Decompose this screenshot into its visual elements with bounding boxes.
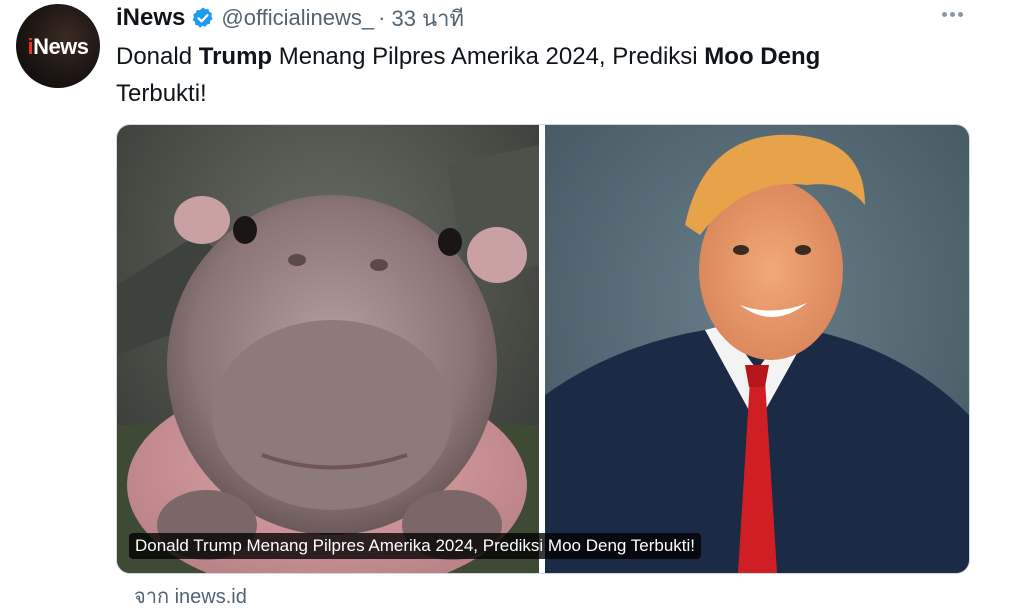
handle[interactable]: @officialinews_ — [221, 5, 374, 31]
trump-image[interactable] — [545, 125, 969, 573]
avatar-logo: iNews — [27, 34, 89, 59]
media-card[interactable]: Donald Trump Menang Pilpres Amerika 2024… — [116, 124, 970, 574]
separator: · — [378, 5, 386, 30]
verified-badge-icon — [191, 6, 215, 30]
timestamp[interactable]: 33 นาที — [391, 1, 463, 36]
display-name[interactable]: iNews — [116, 4, 185, 32]
hippo-image[interactable] — [117, 125, 539, 573]
media-caption: Donald Trump Menang Pilpres Amerika 2024… — [129, 533, 702, 559]
tweet-text: Donald Trump Menang Pilpres Amerika 2024… — [116, 43, 821, 107]
tweet-header: iNews @officialinews_ · 33 นาที — [116, 4, 464, 32]
avatar[interactable]: iNews — [16, 4, 100, 88]
link-source[interactable]: จาก inews.id — [134, 580, 247, 612]
more-options-icon[interactable] — [942, 6, 966, 22]
